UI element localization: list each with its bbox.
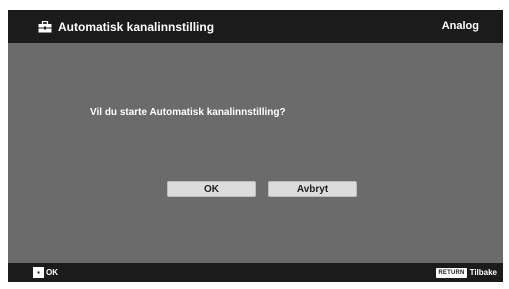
- return-key-badge: RETURN: [436, 267, 467, 278]
- ok-button[interactable]: OK: [167, 181, 256, 197]
- tv-screen: Automatisk kanalinnstilling Analog Vil d…: [8, 10, 503, 282]
- page-title: Automatisk kanalinnstilling: [58, 19, 215, 34]
- mode-label: Analog: [441, 20, 479, 32]
- ok-hint: OK: [33, 263, 58, 282]
- header-bar: Automatisk kanalinnstilling Analog: [8, 10, 503, 43]
- return-hint: RETURN Tilbake: [436, 263, 497, 282]
- header-title-group: Automatisk kanalinnstilling: [38, 10, 214, 43]
- cancel-button[interactable]: Avbryt: [268, 181, 357, 197]
- confirm-question: Vil du starte Automatisk kanalinnstillin…: [90, 107, 286, 118]
- return-hint-label: Tilbake: [469, 268, 497, 277]
- footer-bar: OK RETURN Tilbake: [8, 263, 503, 282]
- dpad-icon: [33, 267, 44, 278]
- toolbox-icon: [38, 20, 52, 32]
- ok-hint-label: OK: [46, 268, 58, 277]
